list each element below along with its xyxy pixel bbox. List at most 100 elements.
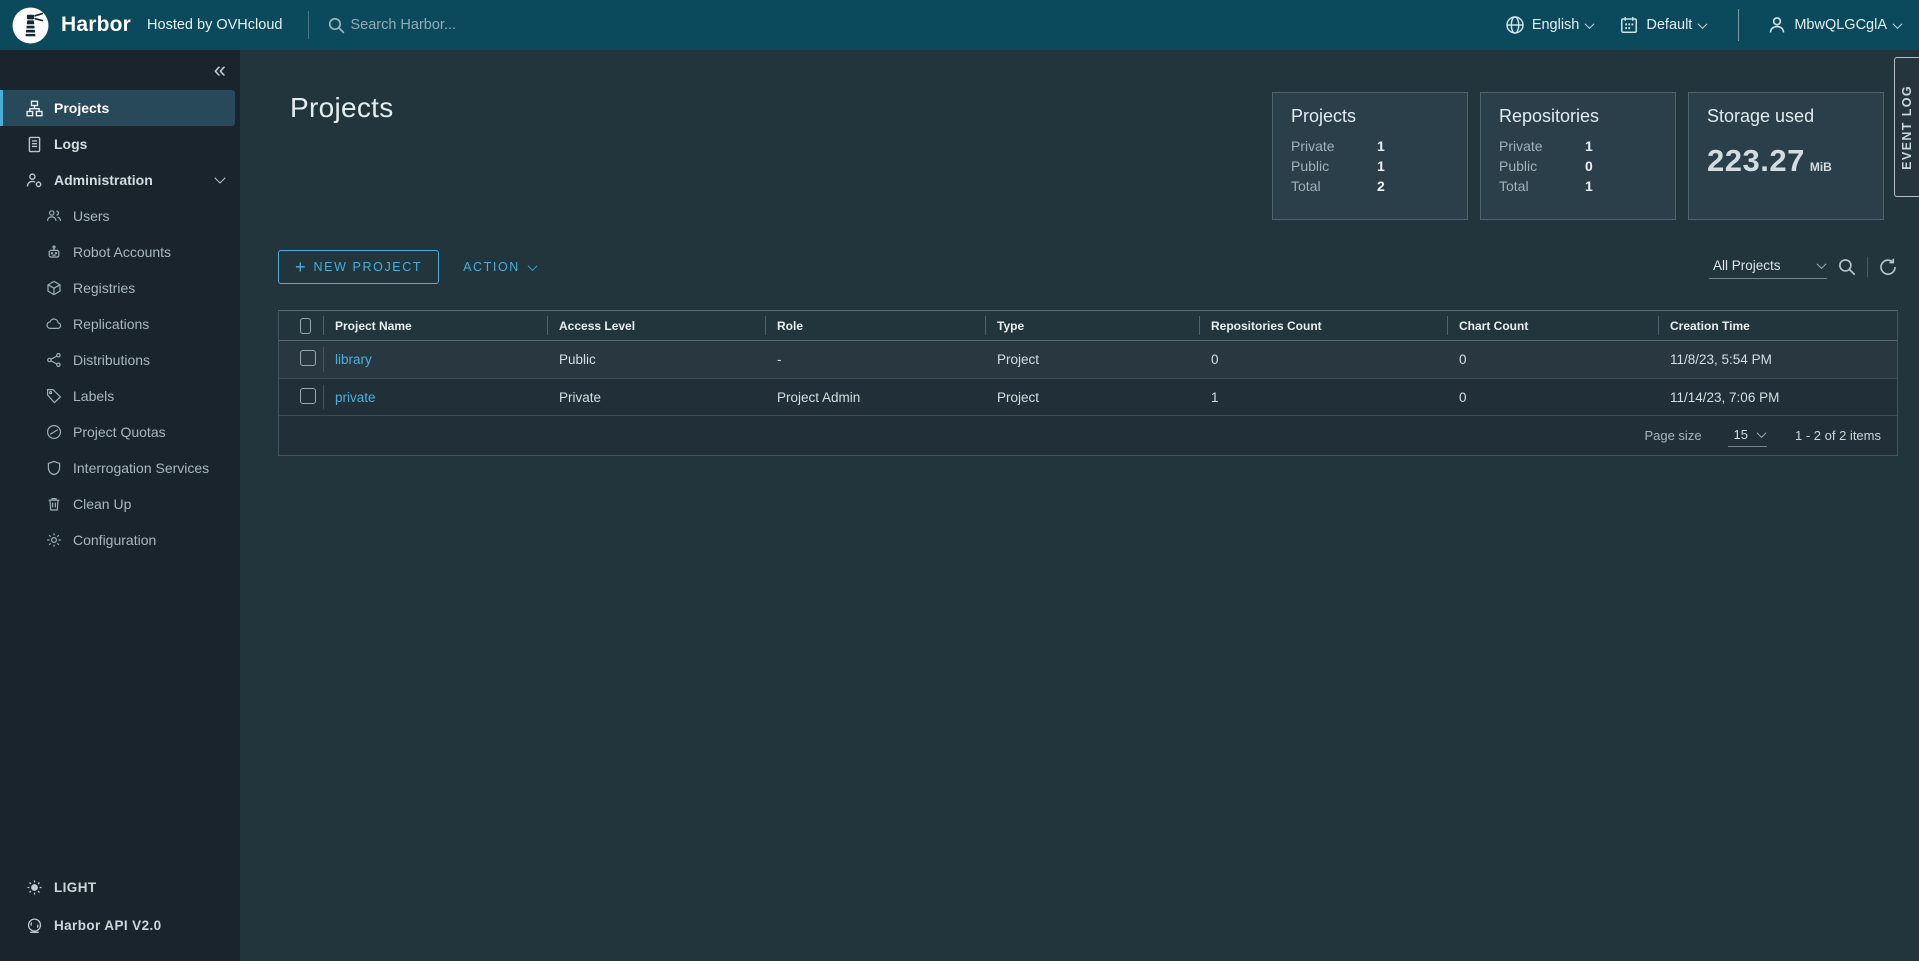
sidebar-item-clean-up[interactable]: Clean Up [0,486,240,522]
sidebar-item-label: Robot Accounts [73,244,171,260]
sidebar-collapse-button[interactable]: « [214,60,226,80]
theme-toggle-light[interactable]: LIGHT [0,869,240,905]
theme-label: Default [1646,17,1692,33]
column-header-repositories-count[interactable]: Repositories Count [1199,311,1447,340]
chevron-down-icon [1893,19,1903,29]
items-range-label: 1 - 2 of 2 items [1795,428,1881,443]
harbor-logo-icon[interactable] [12,7,49,44]
main-content: Projects Projects Private1 Public1 Total… [240,50,1919,961]
cell-repositories-count: 1 [1199,390,1447,405]
row-checkbox[interactable] [300,350,316,366]
chevron-down-icon [1698,19,1708,29]
sidebar-item-labels[interactable]: Labels [0,378,240,414]
brand-title[interactable]: Harbor [61,13,131,37]
stat-label: Total [1291,176,1377,196]
cell-role: Project Admin [765,390,985,405]
sun-icon [26,879,43,896]
sidebar-item-label: Users [73,208,110,224]
search-input[interactable] [350,17,990,33]
sidebar-item-label: Registries [73,280,135,296]
sidebar-item-projects[interactable]: Projects [0,90,235,126]
card-title: Projects [1291,106,1449,127]
toolbar-divider [1867,257,1868,277]
filter-value: All Projects [1713,258,1781,273]
sidebar-item-label: Clean Up [73,496,131,512]
event-log-label: EVENT LOG [1900,85,1914,170]
projects-toolbar: + NEW PROJECT ACTION All Projects [278,250,1898,284]
column-header-access-level[interactable]: Access Level [547,311,765,340]
logs-icon [26,136,43,153]
column-header-project-name[interactable]: Project Name [323,311,547,340]
event-log-tab[interactable]: EVENT LOG [1894,57,1919,197]
sidebar-item-project-quotas[interactable]: Project Quotas [0,414,240,450]
sidebar-item-label: Administration [54,172,153,188]
column-header-creation-time[interactable]: Creation Time [1658,311,1897,340]
cube-icon [46,280,62,296]
refresh-icon[interactable] [1878,257,1898,277]
administration-icon [26,172,43,189]
sidebar-item-label: Distributions [73,352,150,368]
plus-icon: + [295,258,306,276]
sidebar-item-users[interactable]: Users [0,198,240,234]
user-icon [1767,15,1787,35]
header-divider [308,11,309,39]
projects-stats-card: Projects Private1 Public1 Total2 [1272,92,1468,220]
table-footer: Page size 15 1 - 2 of 2 items [279,415,1897,455]
cell-chart-count: 0 [1447,390,1658,405]
column-header-role[interactable]: Role [765,311,985,340]
repositories-stats-card: Repositories Private1 Public0 Total1 [1480,92,1676,220]
stat-value: 1 [1585,136,1593,156]
cell-creation-time: 11/8/23, 5:54 PM [1658,352,1897,367]
project-link[interactable]: library [335,352,372,367]
robot-icon [46,244,62,260]
storage-value: 223.27 [1707,143,1805,178]
cell-role: - [765,352,985,367]
project-link[interactable]: private [335,390,376,405]
sidebar: « Projects Logs [0,50,240,961]
sidebar-item-robot-accounts[interactable]: Robot Accounts [0,234,240,270]
api-icon [26,917,43,934]
cell-creation-time: 11/14/23, 7:06 PM [1658,390,1897,405]
stat-label: Public [1499,156,1585,176]
harbor-api-link[interactable]: Harbor API V2.0 [0,907,240,943]
user-menu[interactable]: MbwQLGCglA [1767,15,1901,35]
sidebar-item-distributions[interactable]: Distributions [0,342,240,378]
chevron-down-icon [1757,428,1767,438]
table-header-row: Project Name Access Level Role Type Repo… [279,311,1897,341]
theme-menu[interactable]: Default [1619,15,1706,35]
search-icon [327,16,346,35]
cell-type: Project [985,390,1199,405]
stat-label: Total [1499,176,1585,196]
select-all-checkbox[interactable] [300,318,311,334]
sidebar-item-label: Logs [54,136,87,152]
sidebar-item-administration[interactable]: Administration [0,162,240,198]
sidebar-item-configuration[interactable]: Configuration [0,522,240,558]
column-header-type[interactable]: Type [985,311,1199,340]
cell-access-level: Public [547,352,765,367]
stat-value: 2 [1377,176,1385,196]
global-search [327,16,1504,35]
project-filter-select[interactable]: All Projects [1709,255,1827,279]
stat-label: Public [1291,156,1377,176]
action-menu-button[interactable]: ACTION [463,260,536,274]
trash-icon [46,496,62,512]
sidebar-item-label: Interrogation Services [73,460,209,476]
projects-icon [26,100,43,117]
search-icon[interactable] [1837,257,1857,277]
sidebar-item-replications[interactable]: Replications [0,306,240,342]
users-icon [46,208,62,224]
row-checkbox[interactable] [300,388,316,404]
sidebar-item-interrogation-services[interactable]: Interrogation Services [0,450,240,486]
chevron-down-icon [214,172,225,183]
sidebar-item-registries[interactable]: Registries [0,270,240,306]
app-header: Harbor Hosted by OVHcloud English [0,0,1919,50]
chevron-down-icon [1585,19,1595,29]
language-menu[interactable]: English [1505,15,1594,35]
chevron-down-icon [1817,259,1827,269]
sidebar-spacer [0,558,240,869]
stats-cards: Projects Private1 Public1 Total2 Reposit… [1272,92,1884,220]
column-header-chart-count[interactable]: Chart Count [1447,311,1658,340]
sidebar-item-logs[interactable]: Logs [0,126,240,162]
new-project-button[interactable]: + NEW PROJECT [278,250,439,284]
page-size-select[interactable]: 15 [1728,425,1767,447]
